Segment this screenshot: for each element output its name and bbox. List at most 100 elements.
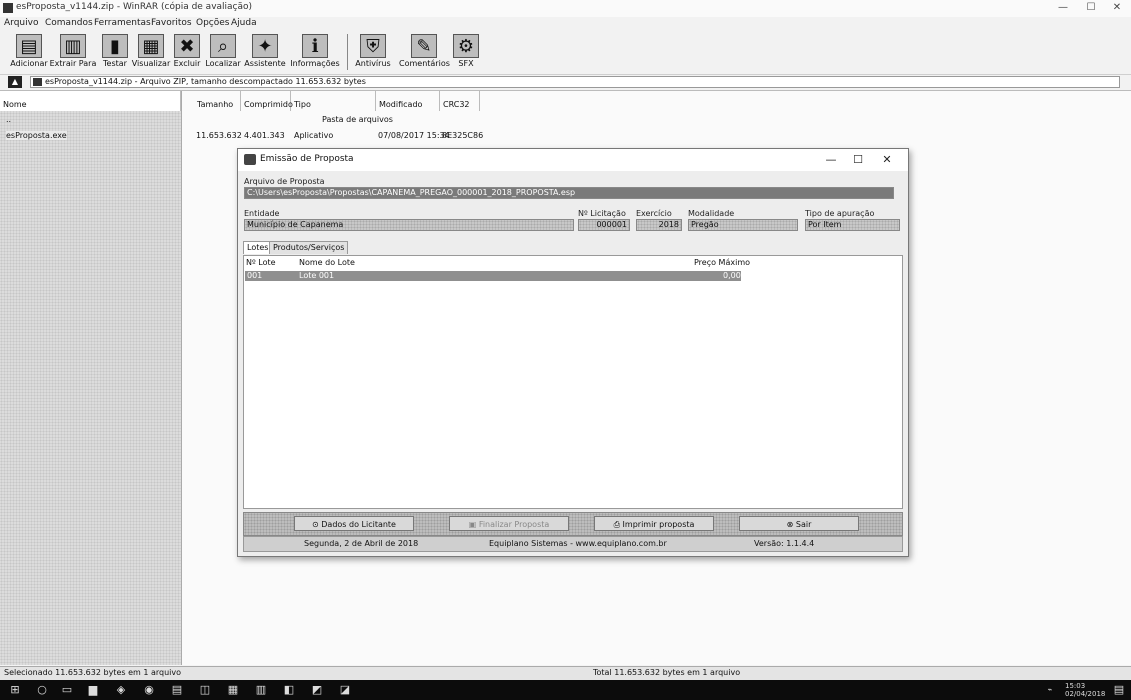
tab-produtos-servicos[interactable]: Produtos/Serviços [269,241,349,254]
menu-ajuda[interactable]: Ajuda [231,18,257,28]
taskbar-app-store-icon[interactable]: ◈ [114,683,128,697]
grid-row[interactable]: 001 Lote 001 0,00 [245,271,741,281]
grid-header-lote: Nº Lote [246,258,276,267]
antivirus-icon: ⛨ [360,34,386,58]
taskbar-app-outlook-icon[interactable]: ◫ [198,683,212,697]
status-bar: Selecionado 11.653.632 bytes em 1 arquiv… [0,666,1131,680]
exit-icon: ⊗ [786,520,796,529]
window-title: esProposta_v1144.zip - WinRAR (cópia de … [16,2,253,12]
menu-opcoes[interactable]: Opções [196,18,229,28]
dialog-maximize-button[interactable]: ☐ [843,152,873,168]
file-path-field[interactable]: C:\Users\esProposta\Propostas\CAPANEMA_P… [244,187,894,199]
column-type[interactable]: Tipo [291,91,376,111]
taskbar-app-esproposta-icon[interactable]: ◪ [338,683,352,697]
file-list-header: Tamanho Comprimido Tipo Modificado CRC32… [182,91,1131,141]
taskbar-app-excel-icon[interactable]: ▦ [226,683,240,697]
parent-folder-type: Pasta de arquivos [322,115,393,124]
grid-cell-preco: 0,00 [723,271,741,280]
menu-arquivo[interactable]: Arquivo [4,18,38,28]
imprimir-proposta-button[interactable]: ⎙ Imprimir proposta [594,516,714,531]
dialog-title-bar: Emissão de Proposta — ☐ ✕ [238,149,908,171]
column-crc[interactable]: CRC32 [440,91,480,111]
dados-licitante-button[interactable]: ⊙ Dados do Licitante [294,516,414,531]
file-crc: 8E325C86 [442,131,484,140]
sfx-icon: ⚙ [453,34,479,58]
task-view-icon[interactable]: ▭ [60,683,74,697]
menu-comandos[interactable]: Comandos [45,18,93,28]
apuracao-field[interactable]: Por Item [805,219,900,231]
dialog-status-date: Segunda, 2 de Abril de 2018 [304,539,419,548]
taskbar-app-word-icon[interactable]: ▤ [170,683,184,697]
toolbar-wizard-button[interactable]: ✦ Assistente [240,32,290,72]
status-selected: Selecionado 11.653.632 bytes em 1 arquiv… [4,668,182,677]
file-label: Arquivo de Proposta [244,177,325,186]
dialog-title: Emissão de Proposta [260,154,354,164]
taskbar-app-browser-icon[interactable]: ◉ [142,683,156,697]
taskbar-app-explorer-icon[interactable]: ▆ [86,683,100,697]
exercicio-field[interactable]: 2018 [636,219,682,231]
test-icon: ▮ [102,34,128,58]
dialog-close-button[interactable]: ✕ [872,152,902,168]
licitacao-label: Nº Licitação [578,209,626,218]
modalidade-label: Modalidade [688,209,735,218]
minimize-button[interactable]: — [1052,1,1074,15]
file-list-name-column [0,91,182,665]
grid-cell-lote: 001 [247,271,263,280]
menu-ferramentas[interactable]: Ferramentas [94,18,151,28]
menu-favoritos[interactable]: Favoritos [151,18,192,28]
toolbar: ▤ Adicionar ▥ Extrair Para ▮ Testar ▦ Visual… [0,30,1131,75]
grid-cell-nome: Lote 001 [299,271,335,280]
proposta-dialog: Emissão de Proposta — ☐ ✕ Arquivo de Pro… [237,148,909,557]
address-bar: ▲ esProposta_v1144.zip - Arquivo ZIP, ta… [0,75,1131,91]
find-icon: ⌕ [210,34,236,58]
dialog-minimize-button[interactable]: — [816,152,846,168]
file-row-esproposta[interactable]: esProposta.exe [6,131,67,140]
view-icon: ▦ [138,34,164,58]
grid-header-nome: Nome do Lote [299,258,355,267]
sair-button[interactable]: ⊗ Sair [739,516,859,531]
notifications-icon[interactable]: ▤ [1112,683,1126,697]
grid-header-preco: Preço Máximo [694,258,751,267]
up-folder-icon[interactable]: ▲ [8,76,22,88]
close-button[interactable]: ✕ [1106,1,1128,15]
search-icon[interactable]: ○ [35,683,49,697]
maximize-button[interactable]: ☐ [1080,1,1102,15]
tray-clock[interactable]: 15:03 02/04/2018 [1065,682,1105,698]
taskbar-app-winrar-icon[interactable]: ▥ [254,683,268,697]
dialog-app-icon [244,154,256,165]
file-type: Aplicativo [294,131,334,140]
column-size[interactable]: Tamanho [194,91,241,111]
toolbar-sfx-button[interactable]: ⚙ SFX [441,32,491,72]
wizard-icon: ✦ [252,34,278,58]
start-windows-icon[interactable]: ⊞ [8,683,22,697]
tray-network-icon[interactable]: ⌁ [1040,683,1060,697]
address-field[interactable]: esProposta_v1144.zip - Arquivo ZIP, tama… [30,76,1120,88]
comment-icon: ✎ [411,34,437,58]
entity-field[interactable]: Município de Capanema [244,219,574,231]
column-packed[interactable]: Comprimido [241,91,293,111]
taskbar-app-misc2-icon[interactable]: ◩ [310,683,324,697]
taskbar-app-misc-icon[interactable]: ◧ [282,683,296,697]
save-icon: ▣ [468,520,479,529]
modalidade-field[interactable]: Pregão [688,219,798,231]
toolbar-antivirus-button[interactable]: ⛨ Antivírus [348,32,398,72]
lotes-grid: Nº Lote Nome do Lote Preço Máximo 001 Lo… [243,255,903,509]
column-name[interactable]: Nome [0,91,181,111]
licitacao-field[interactable]: 000001 [578,219,630,231]
printer-icon: ⎙ [613,520,623,529]
extract-icon: ▥ [60,34,86,58]
file-size: 11.653.632 [196,131,242,140]
windows-taskbar: ⊞ ○ ▭ ▆ ◈ ◉ ▤ ◫ ▦ ▥ ◧ ◩ ◪ ⌁ 15:03 02/04/… [0,680,1131,700]
toolbar-info-button[interactable]: ℹ Informações [290,32,340,72]
toolbar-add-button[interactable]: ▤ Adicionar [4,32,54,72]
file-modified: 07/08/2017 15:34 [378,131,450,140]
address-text: esProposta_v1144.zip - Arquivo ZIP, tama… [45,77,366,86]
status-total: Total 11.653.632 bytes em 1 arquivo [593,668,741,677]
column-modified[interactable]: Modificado [376,91,440,111]
winrar-app-icon [3,3,13,13]
finalizar-proposta-button[interactable]: ▣ Finalizar Proposta [449,516,569,531]
delete-icon: ✖ [174,34,200,58]
user-icon: ⊙ [312,520,322,529]
parent-folder-row[interactable]: .. [6,115,11,124]
archive-file-icon [33,78,42,86]
